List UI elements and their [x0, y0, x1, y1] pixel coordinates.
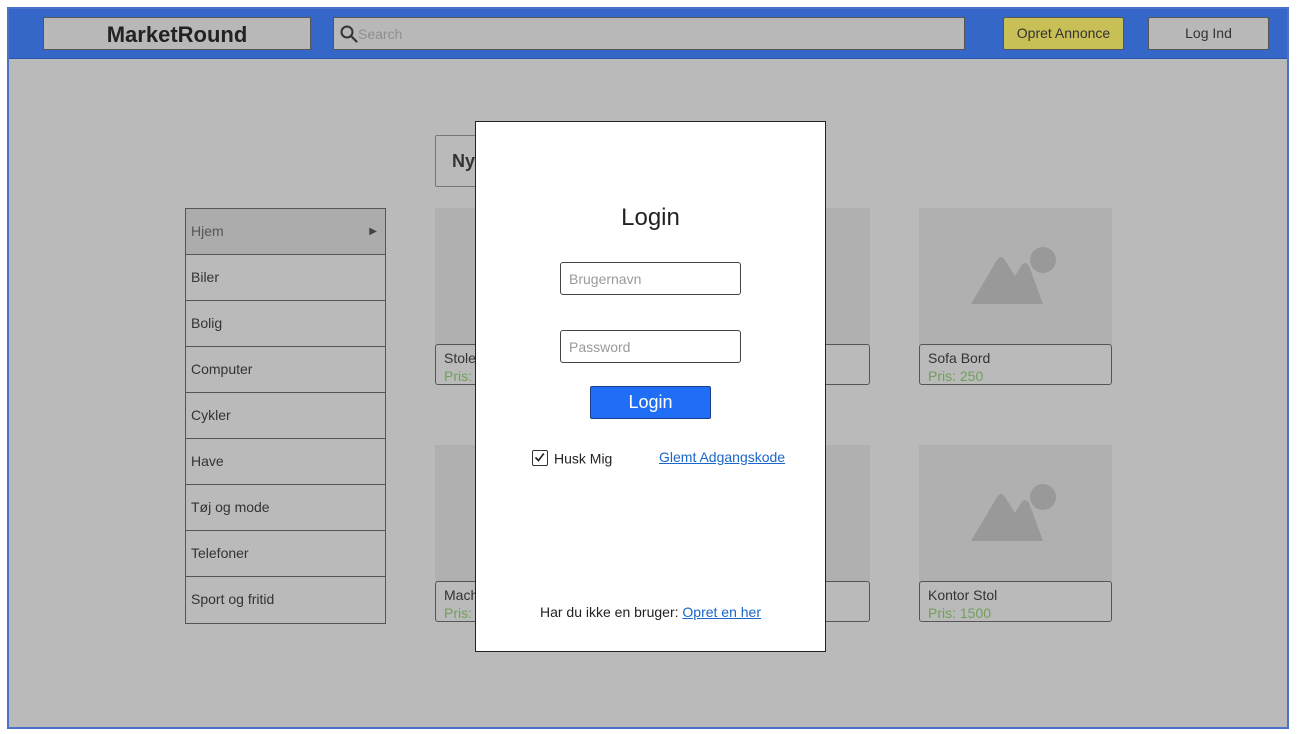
- checkbox[interactable]: [532, 450, 548, 467]
- logo[interactable]: MarketRound: [43, 17, 311, 50]
- sidebar-item-label: Telefoner: [191, 545, 249, 561]
- signup-link[interactable]: Opret en her: [682, 604, 761, 620]
- sidebar-item-label: Tøj og mode: [191, 499, 270, 515]
- product-info: Sofa Bord Pris: 250: [919, 344, 1112, 385]
- category-sidebar: Hjem ▶ Biler Bolig Computer Cykler Have …: [185, 208, 386, 624]
- checkmark-icon: [534, 453, 545, 463]
- sidebar-item-label: Cykler: [191, 407, 231, 423]
- product-image: [919, 445, 1112, 582]
- sidebar-item-label: Sport og fritid: [191, 591, 275, 607]
- sidebar-item-toj-og-mode[interactable]: Tøj og mode: [186, 485, 385, 531]
- modal-title: Login: [621, 204, 680, 231]
- product-title: Kontor Stol: [928, 587, 998, 603]
- play-arrow-icon: ▶: [369, 226, 377, 237]
- remember-me-checkbox[interactable]: Husk Mig: [532, 448, 612, 467]
- signup-text: Har du ikke en bruger:: [539, 604, 683, 620]
- signup-prompt: Har du ikke en bruger: Opret en her: [476, 604, 825, 620]
- image-placeholder-icon: [971, 247, 1056, 304]
- product-image: [919, 208, 1112, 345]
- login-modal: Login Login Husk Mig Glemt Adgangskode H…: [475, 121, 826, 652]
- top-header: MarketRound Opret Annonce Log Ind: [9, 9, 1287, 59]
- sidebar-item-label: Have: [191, 453, 224, 469]
- sidebar-item-telefoner[interactable]: Telefoner: [186, 531, 385, 577]
- sidebar-item-cykler[interactable]: Cykler: [186, 393, 385, 439]
- product-price: Pris: 1500: [928, 605, 992, 621]
- product-info: Kontor Stol Pris: 1500: [919, 581, 1112, 622]
- sidebar-item-label: Hjem: [191, 223, 224, 239]
- sidebar-item-label: Biler: [191, 269, 220, 285]
- image-placeholder-icon: [971, 484, 1056, 541]
- password-field[interactable]: [560, 330, 741, 363]
- sidebar-item-bolig[interactable]: Bolig: [186, 301, 385, 347]
- sidebar-item-label: Bolig: [191, 315, 223, 331]
- sidebar-item-hjem[interactable]: Hjem ▶: [186, 209, 385, 255]
- remember-me-label: Husk Mig: [554, 450, 613, 467]
- search-bar[interactable]: [333, 17, 965, 50]
- product-title: Sofa Bord: [928, 350, 991, 366]
- product-price: Pris: 250: [928, 368, 984, 384]
- sidebar-item-computer[interactable]: Computer: [186, 347, 385, 393]
- app-window: MarketRound Opret Annonce Log Ind Ny Hje…: [7, 7, 1289, 729]
- product-card[interactable]: Sofa Bord Pris: 250: [919, 208, 1112, 385]
- product-card[interactable]: Kontor Stol Pris: 1500: [919, 445, 1112, 622]
- search-input[interactable]: [358, 18, 958, 49]
- sidebar-item-label: Computer: [191, 361, 253, 377]
- username-field[interactable]: [560, 262, 741, 295]
- login-button[interactable]: Login: [590, 386, 711, 419]
- sidebar-item-have[interactable]: Have: [186, 439, 385, 485]
- search-icon: [340, 25, 358, 43]
- create-listing-button[interactable]: Opret Annonce: [1003, 17, 1124, 50]
- sidebar-item-sport-og-fritid[interactable]: Sport og fritid: [186, 577, 385, 623]
- header-login-button[interactable]: Log Ind: [1148, 17, 1269, 50]
- sidebar-item-biler[interactable]: Biler: [186, 255, 385, 301]
- forgot-password-link[interactable]: Glemt Adgangskode: [659, 448, 785, 466]
